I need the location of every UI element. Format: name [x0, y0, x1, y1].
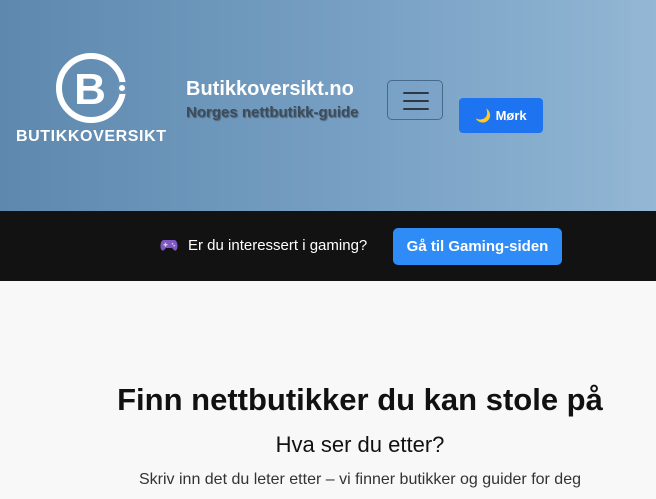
- dark-mode-label: Mørk: [495, 108, 527, 123]
- dark-mode-button[interactable]: 🌙 Mørk: [459, 98, 543, 133]
- gaming-page-button[interactable]: Gå til Gaming-siden: [393, 228, 562, 265]
- page-description: Skriv inn det du leter etter – vi finner…: [138, 471, 581, 488]
- site-title[interactable]: Butikkoversikt.no: [186, 78, 354, 101]
- site-tagline: Norges nettbutikk-guide: [186, 104, 359, 121]
- menu-toggle-button[interactable]: [387, 80, 443, 120]
- gaming-question: Er du interessert i gaming?: [188, 237, 368, 254]
- gaming-banner: Er du interessert i gaming? Gå til Gamin…: [0, 211, 656, 281]
- site-logo[interactable]: B BUTIKKOVERSIKT: [16, 52, 166, 152]
- logo-b-icon: B: [56, 53, 127, 123]
- page-title: Finn nettbutikker du kan stole på: [117, 382, 603, 417]
- site-header: B BUTIKKOVERSIKT Butikkoversikt.no Norge…: [0, 0, 656, 211]
- hamburger-icon-line: [403, 108, 429, 110]
- main-content: Finn nettbutikker du kan stole på Hva se…: [0, 281, 656, 499]
- hamburger-icon-line: [403, 100, 429, 102]
- gamepad-icon: [160, 240, 178, 251]
- logo-letter: B: [74, 65, 106, 114]
- logo-text: BUTIKKOVERSIKT: [16, 128, 167, 145]
- page-subtitle: Hva ser du etter?: [275, 432, 445, 457]
- hamburger-icon: [403, 92, 429, 94]
- moon-icon: 🌙: [475, 107, 492, 123]
